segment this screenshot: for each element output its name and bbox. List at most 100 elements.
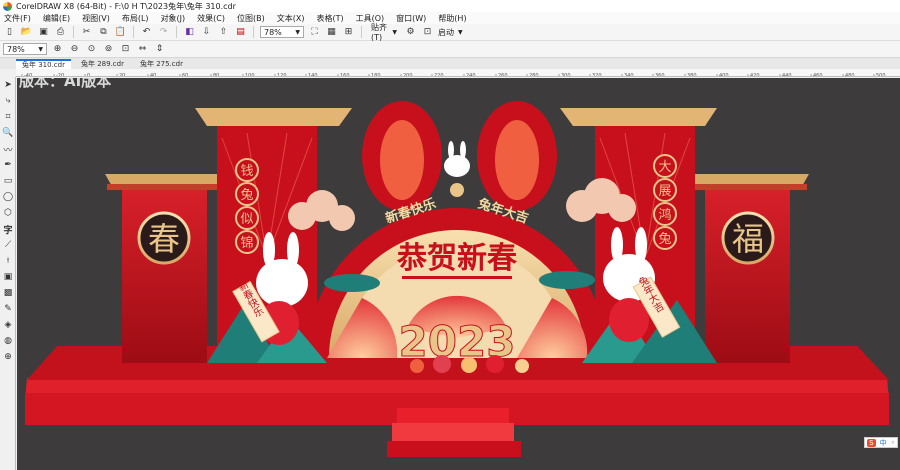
ruler-tick-label: 280	[529, 73, 539, 77]
menu-file[interactable]: 文件(F)	[4, 13, 31, 24]
ruler-tick-label: 40	[150, 73, 156, 77]
search-content-icon[interactable]: ◧	[183, 26, 196, 39]
undo-icon[interactable]: ↶	[140, 26, 153, 39]
menu-view[interactable]: 视图(V)	[82, 13, 110, 24]
chevron-down-icon[interactable]: ▼	[458, 29, 463, 36]
text-tool-icon[interactable]: 字	[0, 221, 16, 237]
ruler-tick-label: 260	[498, 73, 508, 77]
ruler-tick-label: 200	[403, 73, 413, 77]
publish-pdf-icon[interactable]: ▤	[234, 26, 247, 39]
pick-tool-icon[interactable]: ➤	[0, 77, 16, 93]
menu-effects[interactable]: 效果(C)	[197, 13, 225, 24]
menu-window[interactable]: 窗口(W)	[396, 13, 426, 24]
zoom-level-select[interactable]: 78% ▼	[260, 26, 304, 38]
zoom-all-icon[interactable]: ⊚	[102, 43, 115, 56]
ruler-tick-label: 320	[592, 73, 602, 77]
top-rabbit	[444, 155, 470, 177]
snap-to-button[interactable]: 贴齐(T) ▼	[368, 23, 400, 42]
right-banner-char-3: 鸿	[658, 207, 671, 223]
tab-document-310[interactable]: 兔年 310.cdr	[16, 59, 71, 69]
right-banner-char-1: 大	[658, 160, 671, 175]
ruler-tick-label: 480	[845, 73, 855, 77]
ruler-tick-label: 80	[213, 73, 219, 77]
ruler-tick-label: 420	[750, 73, 760, 77]
menu-bitmaps[interactable]: 位图(B)	[237, 13, 265, 24]
document-tabs: 兔年 310.cdr 兔年 289.cdr 兔年 275.cdr	[0, 58, 900, 69]
ime-punctuation-icon[interactable]: ◦	[891, 439, 895, 447]
import-icon[interactable]: ⇩	[200, 26, 213, 39]
parallel-dimension-icon[interactable]: ⟋	[0, 237, 16, 253]
paste-icon[interactable]: 📋	[114, 26, 127, 39]
zoom-width-icon[interactable]: ⇔	[136, 43, 149, 56]
main-title: 恭贺新春	[396, 241, 517, 276]
artistic-media-icon[interactable]: ✒	[0, 157, 16, 173]
ime-indicator[interactable]: S 中 ◦	[864, 437, 898, 448]
menu-layout[interactable]: 布局(L)	[122, 13, 149, 24]
standard-toolbar: ▯ 📂 ▣ ⎙ ✂ ⧉ 📋 ↶ ↷ ◧ ⇩ ⇧ ▤ 78% ▼ ⛶ ▦ ⊞ 贴齐(…	[0, 23, 900, 42]
zoom-levels-select[interactable]: 78% ▼	[3, 43, 47, 55]
zoom-selected-icon[interactable]: ⊙	[85, 43, 98, 56]
show-grid-icon[interactable]: ⊞	[342, 26, 355, 39]
launch-label[interactable]: 启动	[438, 27, 454, 38]
left-pine	[324, 274, 380, 292]
menu-table[interactable]: 表格(T)	[316, 13, 343, 24]
export-icon[interactable]: ⇧	[217, 26, 230, 39]
left-banner-char-3: 似	[240, 212, 253, 227]
left-tall-roof	[195, 108, 352, 126]
left-panel-eave	[107, 184, 223, 190]
print-icon[interactable]: ⎙	[54, 26, 67, 39]
settings-icon[interactable]: ⚙	[404, 26, 417, 39]
save-icon[interactable]: ▣	[37, 26, 50, 39]
right-panel-char: 福	[732, 220, 764, 258]
rectangle-tool-icon[interactable]: ▭	[0, 173, 16, 189]
smart-fill-icon[interactable]: ◍	[0, 333, 16, 349]
freehand-tool-icon[interactable]: 〰	[0, 141, 16, 157]
zoom-page-icon[interactable]: ⊡	[119, 43, 132, 56]
launch-icon[interactable]: ⊡	[421, 26, 434, 39]
stair-middle	[392, 423, 514, 441]
toolbox: ➤ ⤷ ⌗ 🔍 〰 ✒ ▭ ◯ ⬡ 字 ⟋ ⟊ ▣ ▩ ✎ ◈ ◍ ⊕	[0, 77, 16, 470]
ruler-tick-label: 400	[719, 73, 729, 77]
tab-document-275[interactable]: 兔年 275.cdr	[134, 59, 189, 69]
separator	[176, 26, 177, 38]
zoom-out-icon[interactable]: ⊖	[68, 43, 81, 56]
left-banner-char-2: 兔	[240, 188, 253, 203]
ruler-tick-label: 220	[434, 73, 444, 77]
new-document-icon[interactable]: ▯	[3, 26, 16, 39]
show-rulers-icon[interactable]: ▦	[325, 26, 338, 39]
stair-bottom	[387, 441, 521, 457]
drawing-canvas[interactable]: 版本：AI版本 春 福 钱 兔 似 锦 大 展 鸿 兔 新春快乐 兔年大吉 HA…	[17, 78, 900, 470]
separator	[133, 26, 134, 38]
add-tool-icon[interactable]: ⊕	[0, 349, 16, 365]
ruler-tick-label: -20	[56, 73, 64, 77]
zoom-tool-icon[interactable]: 🔍	[0, 125, 16, 141]
ime-mode-label[interactable]: 中	[880, 438, 887, 448]
menu-edit[interactable]: 编辑(E)	[43, 13, 70, 24]
shape-tool-icon[interactable]: ⤷	[0, 93, 16, 109]
crop-tool-icon[interactable]: ⌗	[0, 109, 16, 125]
right-tall-roof	[560, 108, 717, 126]
cut-icon[interactable]: ✂	[80, 26, 93, 39]
full-screen-icon[interactable]: ⛶	[308, 26, 321, 39]
tab-document-289[interactable]: 兔年 289.cdr	[75, 59, 130, 69]
redo-icon[interactable]: ↷	[157, 26, 170, 39]
connector-tool-icon[interactable]: ⟊	[0, 253, 16, 269]
ruler-tick-label: 360	[655, 73, 665, 77]
drop-shadow-icon[interactable]: ▣	[0, 269, 16, 285]
polygon-tool-icon[interactable]: ⬡	[0, 205, 16, 221]
eyedropper-icon[interactable]: ✎	[0, 301, 16, 317]
open-folder-icon[interactable]: 📂	[20, 26, 33, 39]
transparency-tool-icon[interactable]: ▩	[0, 285, 16, 301]
zoom-in-icon[interactable]: ⊕	[51, 43, 64, 56]
right-panel-eave	[691, 184, 807, 190]
menu-text[interactable]: 文本(X)	[277, 13, 305, 24]
horizontal-ruler[interactable]: -40 -20 0 20 40 60 80 100 120 140 160 180 200 220 240 2…	[16, 69, 900, 77]
menu-help[interactable]: 帮助(H)	[438, 13, 466, 24]
ruler-tick-label: 440	[782, 73, 792, 77]
copy-icon[interactable]: ⧉	[97, 26, 110, 39]
menu-object[interactable]: 对象(J)	[161, 13, 186, 24]
zoom-height-icon[interactable]: ⇕	[153, 43, 166, 56]
interactive-fill-icon[interactable]: ◈	[0, 317, 16, 333]
ellipse-tool-icon[interactable]: ◯	[0, 189, 16, 205]
ime-logo-icon: S	[867, 438, 876, 447]
